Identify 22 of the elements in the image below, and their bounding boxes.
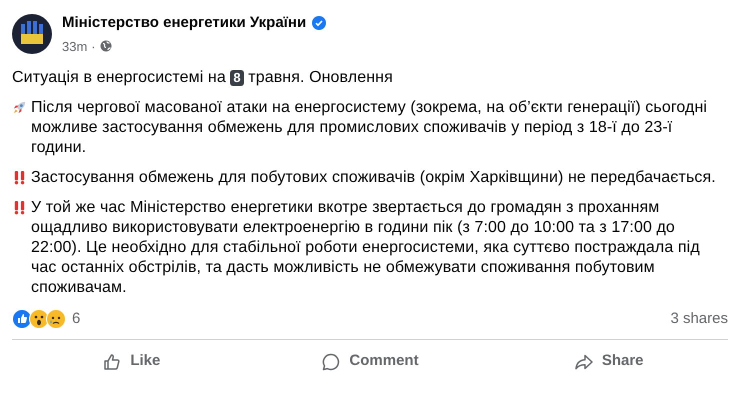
shares-count[interactable]: 3 shares (670, 308, 728, 330)
post-paragraph: Застосування обмежень для побутових споживачів (окрім Харківщини) не передбачається. (31, 168, 716, 188)
comment-button[interactable]: Comment (250, 346, 490, 378)
post-time[interactable]: 33m (62, 36, 88, 56)
page-name[interactable]: Міністерство енергетики України (62, 12, 306, 34)
speech-bubble-icon (321, 352, 342, 372)
post-paragraph: Після чергової масованої атаки на енергосистему (зокрема, на об’єкти генерації) сьогодні можливе застосування обмежень для промислових споживачів у період з 18-ї до 23-ї години. (31, 98, 708, 158)
avatar[interactable] (12, 14, 52, 54)
reaction-count[interactable]: 6 (72, 308, 80, 330)
separator-dot: · (91, 38, 96, 56)
like-reaction-icon[interactable] (13, 310, 31, 328)
double-exclamation-icon (12, 200, 27, 215)
rocket-icon (12, 100, 27, 115)
wow-reaction-icon[interactable] (30, 310, 48, 328)
share-button[interactable]: Share (489, 346, 728, 378)
sad-reaction-icon[interactable] (47, 310, 65, 328)
thumbs-up-icon (102, 352, 122, 372)
like-button[interactable]: Like (12, 346, 251, 378)
headline: Ситуація в енергосистемі на 8 травня. Оновлення (12, 68, 394, 88)
double-exclamation-icon (12, 170, 27, 185)
globe-icon[interactable] (100, 40, 112, 52)
post-paragraph: У той же час Міністерство енергетики вкотре звертається до громадян з проханням ощадливо використовувати електроенергію в години пік (з 7:00 до 10:00 та з 17:00 до 22:00). Це необхідно для стабільної роботи енергосистеми, яка суттєво постраждала під час останніх обстрілів, та дасть можливість не обмежувати споживання побутовим споживачам. (31, 198, 701, 298)
